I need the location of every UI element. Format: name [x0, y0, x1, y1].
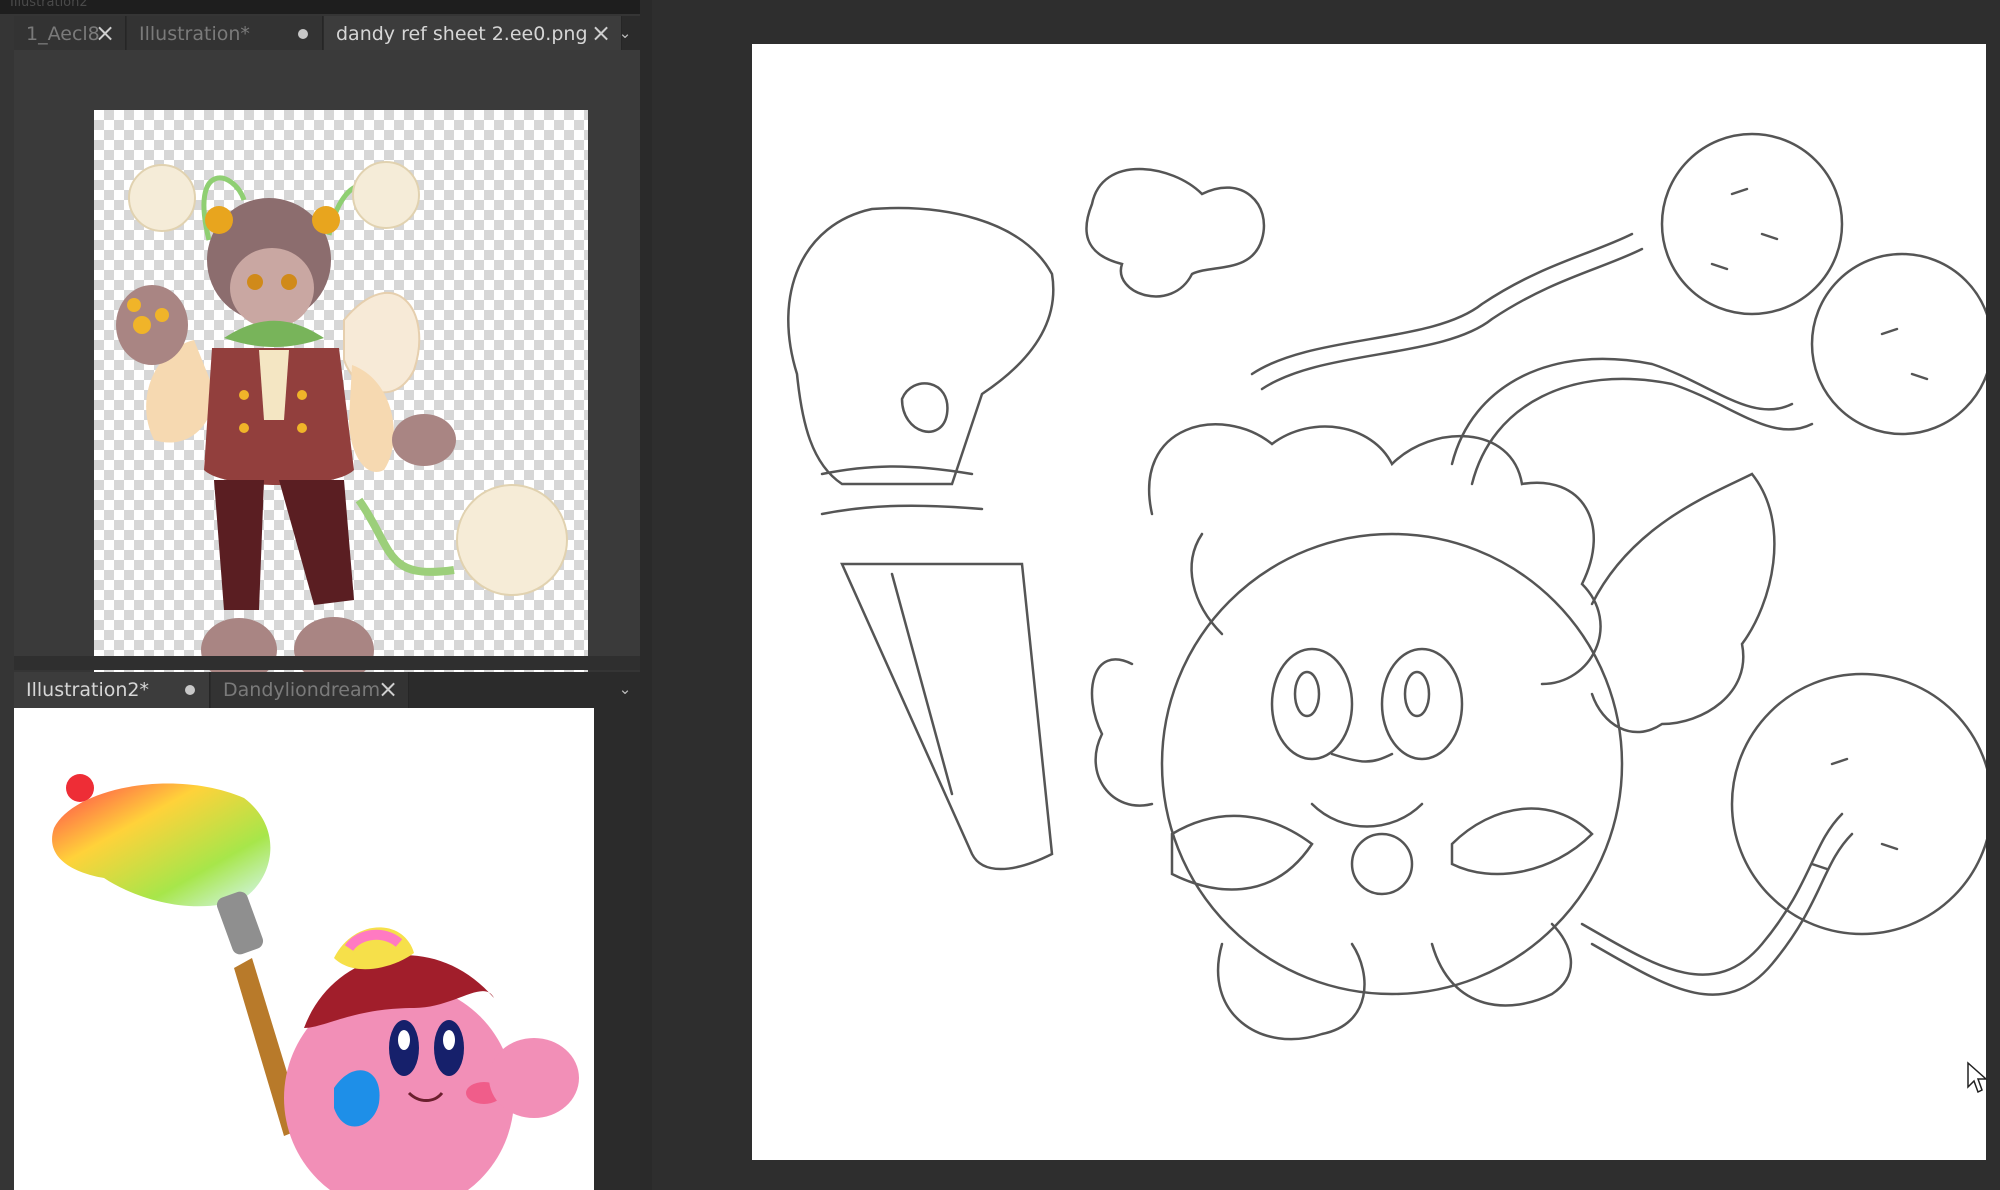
tab-label: Illustration2*	[26, 679, 149, 701]
tab-label: Dandyliondream	[223, 679, 381, 701]
transparency-checkerboard	[94, 110, 588, 704]
modified-dot-icon	[298, 29, 308, 39]
tab-illustration[interactable]: Illustration*	[127, 16, 323, 52]
chevron-down-icon[interactable]: ⌄	[616, 680, 634, 698]
tab-1-aecl8[interactable]: 1_Aecl8 ×	[14, 16, 126, 52]
pencil-sketch	[787, 132, 1994, 1041]
panel-separator[interactable]	[640, 0, 652, 1190]
tab-label: dandy ref sheet 2.ee0.png	[336, 23, 588, 45]
reference-panel: Illustration2 1_Aecl8 × Illustration* da…	[0, 0, 650, 1190]
tab-dandy-ref-sheet[interactable]: dandy ref sheet 2.ee0.png ×	[324, 16, 622, 52]
tab-label: 1_Aecl8	[26, 23, 100, 45]
paint-kirby-illustration	[52, 774, 579, 1190]
tab-illustration2[interactable]: Illustration2*	[14, 672, 210, 708]
reference-viewport-top[interactable]	[14, 50, 640, 704]
chevron-down-icon[interactable]: ⌄	[616, 24, 634, 42]
reference-viewport-bottom[interactable]	[14, 708, 640, 1190]
close-icon[interactable]: ×	[589, 21, 613, 45]
mouse-cursor-icon	[1967, 1061, 1988, 1094]
close-icon[interactable]: ×	[93, 21, 117, 45]
window-title-strip: Illustration2	[0, 0, 640, 14]
top-tab-bar: 1_Aecl8 × Illustration* dandy ref sheet …	[14, 16, 640, 52]
kirby-reference-image	[14, 708, 594, 1190]
dandy-reference-image	[116, 161, 568, 683]
drawing-canvas[interactable]	[752, 44, 1994, 1160]
close-icon[interactable]: ×	[376, 677, 400, 701]
tab-dandyliondream[interactable]: Dandyliondream ×	[211, 672, 409, 708]
panel-divider[interactable]	[14, 656, 640, 670]
tab-label: Illustration*	[139, 23, 250, 45]
bottom-tab-bar: Illustration2* Dandyliondream × ⌄	[14, 672, 640, 708]
modified-dot-icon	[185, 685, 195, 695]
window-title: Illustration2	[10, 0, 88, 10]
main-canvas-area[interactable]	[652, 0, 2000, 1190]
